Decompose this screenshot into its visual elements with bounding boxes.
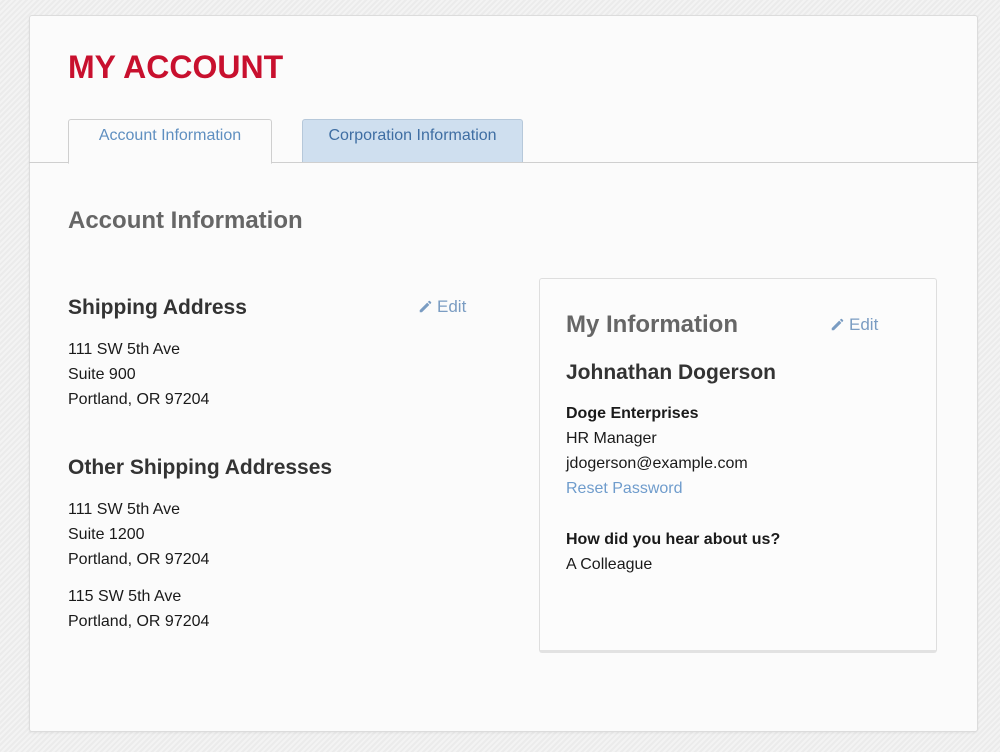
referral-question: How did you hear about us?	[566, 531, 781, 548]
my-information-card: My Information Edit Johnathan Dogerson D…	[539, 278, 937, 653]
referral-answer: A Colleague	[566, 556, 653, 573]
page-title: MY ACCOUNT	[68, 49, 284, 85]
address-line: Suite 1200	[68, 526, 145, 543]
address-line: Portland, OR 97204	[68, 391, 210, 408]
address-line: 111 SW 5th Ave	[68, 501, 181, 518]
tab-corporation-information[interactable]: Corporation Information	[302, 119, 523, 163]
pencil-icon	[418, 300, 432, 314]
pencil-icon	[830, 318, 844, 332]
tab-account-information[interactable]: Account Information	[68, 119, 272, 164]
edit-label: Edit	[849, 315, 879, 334]
job-title: HR Manager	[566, 430, 657, 447]
section-title: Account Information	[68, 207, 303, 234]
other-shipping-heading: Other Shipping Addresses	[68, 456, 333, 479]
address-line: Suite 900	[68, 366, 136, 383]
other-address: 115 SW 5th Ave Portland, OR 97204	[68, 584, 209, 634]
account-panel: MY ACCOUNT Account Information Corporati…	[29, 15, 978, 732]
email-address: jdogerson@example.com	[566, 455, 748, 472]
address-line: Portland, OR 97204	[68, 551, 210, 568]
user-details: Doge Enterprises HR Manager jdogerson@ex…	[566, 401, 748, 501]
tab-label: Account Information	[98, 127, 242, 144]
address-line: 115 SW 5th Ave	[68, 588, 182, 605]
address-line: Portland, OR 97204	[68, 613, 210, 630]
my-information-edit-link[interactable]: Edit	[830, 315, 878, 335]
tab-label: Corporation Information	[328, 127, 497, 144]
edit-label: Edit	[437, 297, 467, 316]
shipping-edit-link[interactable]: Edit	[418, 297, 466, 317]
shipping-address-heading: Shipping Address	[68, 296, 247, 319]
my-information-heading: My Information	[566, 311, 738, 338]
address-line: 111 SW 5th Ave	[68, 341, 181, 358]
user-name: Johnathan Dogerson	[566, 361, 777, 384]
referral-info: How did you hear about us? A Colleague	[566, 527, 780, 577]
other-address: 111 SW 5th Ave Suite 1200 Portland, OR 9…	[68, 497, 209, 572]
shipping-address: 111 SW 5th Ave Suite 900 Portland, OR 97…	[68, 337, 209, 412]
reset-password-link[interactable]: Reset Password	[566, 480, 683, 497]
company-name: Doge Enterprises	[566, 405, 699, 422]
